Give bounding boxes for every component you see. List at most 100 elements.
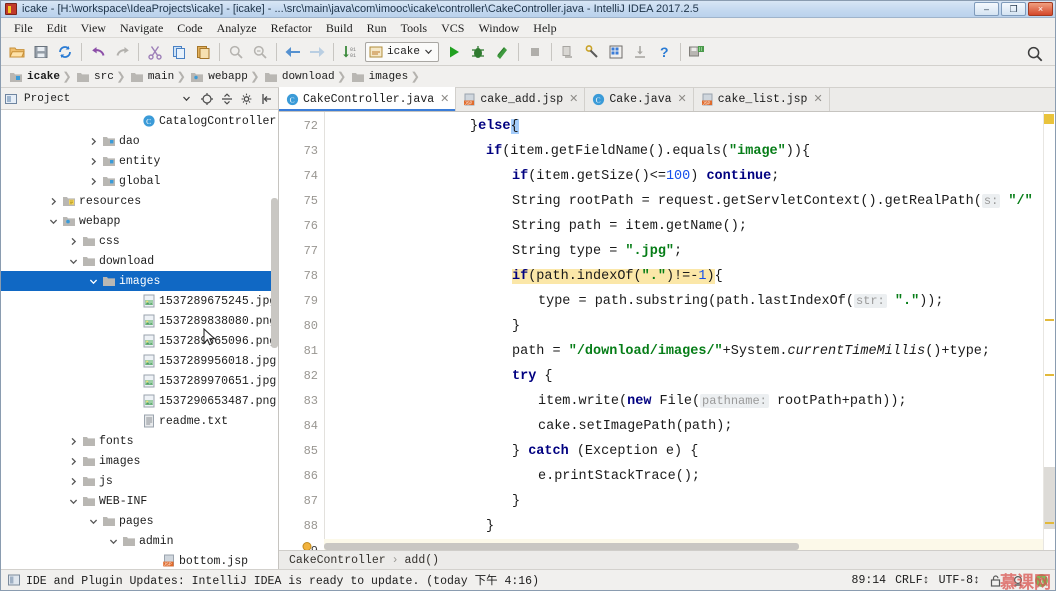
tab-cakecontroller-java[interactable]: C CakeController.java ✕ bbox=[279, 87, 457, 111]
chevron-right-icon[interactable] bbox=[87, 137, 100, 146]
code-line-85[interactable]: } catch (Exception e) { bbox=[336, 439, 1043, 464]
menu-vcs[interactable]: VCS bbox=[434, 18, 471, 38]
menu-edit[interactable]: Edit bbox=[40, 18, 74, 38]
tree-node-1537289838080-png[interactable]: 1537289838080.png bbox=[1, 311, 278, 331]
code-line-83[interactable]: item.write(new File(pathname: rootPath+p… bbox=[336, 389, 1043, 414]
chevron-down-icon[interactable] bbox=[67, 257, 80, 266]
code-folding-column[interactable] bbox=[324, 112, 336, 550]
tree-node-dao[interactable]: dao bbox=[1, 131, 278, 151]
menu-refactor[interactable]: Refactor bbox=[264, 18, 319, 38]
run-configuration-selector[interactable]: icake bbox=[365, 41, 440, 62]
back-icon[interactable] bbox=[281, 40, 305, 64]
close-icon[interactable]: ✕ bbox=[813, 92, 822, 106]
sync-icon[interactable] bbox=[53, 40, 77, 64]
code-line-82[interactable]: try { bbox=[336, 364, 1043, 389]
tree-node-1537289675245-jpg[interactable]: 1537289675245.jpg bbox=[1, 291, 278, 311]
tree-node-bottom-jsp[interactable]: JSP bottom.jsp bbox=[1, 551, 278, 569]
chevron-down-icon[interactable] bbox=[67, 497, 80, 506]
chevron-right-icon[interactable] bbox=[67, 437, 80, 446]
chevron-down-icon[interactable] bbox=[87, 277, 100, 286]
code-line-78[interactable]: if(path.indexOf(".")!=-1){ bbox=[336, 264, 1043, 289]
code-text[interactable]: }else{if(item.getFieldName().equals("ima… bbox=[336, 112, 1043, 550]
chevron-right-icon[interactable] bbox=[67, 237, 80, 246]
collapse-all-icon[interactable] bbox=[218, 90, 235, 107]
chevron-down-icon[interactable] bbox=[87, 517, 100, 526]
tree-node-js[interactable]: js bbox=[1, 471, 278, 491]
breadcrumb-class[interactable]: CakeController bbox=[289, 554, 386, 567]
encoding-indicator[interactable]: UTF-8↕ bbox=[939, 574, 980, 587]
chevron-down-icon[interactable] bbox=[107, 537, 120, 546]
code-line-74[interactable]: if(item.getSize()<=100) continue; bbox=[336, 164, 1043, 189]
tree-node-web-inf[interactable]: WEB-INF bbox=[1, 491, 278, 511]
breadcrumb-webapp[interactable]: webapp bbox=[186, 66, 250, 88]
menu-window[interactable]: Window bbox=[471, 18, 526, 38]
chevron-right-icon[interactable] bbox=[87, 157, 100, 166]
save-all-icon[interactable] bbox=[29, 40, 53, 64]
breadcrumb-images[interactable]: images bbox=[347, 66, 411, 88]
close-button[interactable]: × bbox=[1028, 2, 1053, 16]
caret-position[interactable]: 89:14 bbox=[852, 574, 887, 587]
code-line-75[interactable]: String rootPath = request.getServletCont… bbox=[336, 189, 1043, 214]
code-line-73[interactable]: if(item.getFieldName().equals("image")){ bbox=[336, 139, 1043, 164]
tree-node-fonts[interactable]: fonts bbox=[1, 431, 278, 451]
tree-node-entity[interactable]: entity bbox=[1, 151, 278, 171]
tree-node-1537289956018-jpg[interactable]: 1537289956018.jpg bbox=[1, 351, 278, 371]
inspection-icon[interactable] bbox=[1011, 574, 1025, 588]
copy-icon[interactable] bbox=[167, 40, 191, 64]
menu-run[interactable]: Run bbox=[360, 18, 394, 38]
code-line-81[interactable]: path = "/download/images/"+System.curren… bbox=[336, 339, 1043, 364]
code-line-72[interactable]: }else{ bbox=[336, 114, 1043, 139]
open-folder-icon[interactable] bbox=[5, 40, 29, 64]
line-separator-indicator[interactable]: CRLF↕ bbox=[895, 574, 930, 587]
cut-icon[interactable] bbox=[143, 40, 167, 64]
menu-view[interactable]: View bbox=[74, 18, 113, 38]
tree-node-css[interactable]: css bbox=[1, 231, 278, 251]
settings-wrench-icon[interactable] bbox=[580, 40, 604, 64]
status-message-area[interactable]: IDE and Plugin Updates: IntelliJ IDEA is… bbox=[7, 572, 539, 588]
menu-help[interactable]: Help bbox=[526, 18, 563, 38]
close-icon[interactable]: ✕ bbox=[440, 92, 449, 106]
tree-node-download[interactable]: download bbox=[1, 251, 278, 271]
help-icon[interactable]: ? bbox=[652, 40, 676, 64]
code-line-88[interactable]: } bbox=[336, 514, 1043, 539]
project-tree[interactable]: C CatalogController dao entity global resourc… bbox=[1, 110, 278, 569]
chevron-right-icon[interactable] bbox=[47, 197, 60, 206]
tree-node-1537290653487-png[interactable]: 1537290653487.png bbox=[1, 391, 278, 411]
chevron-right-icon[interactable] bbox=[87, 177, 100, 186]
horizontal-scrollbar-thumb[interactable] bbox=[324, 543, 799, 550]
menu-navigate[interactable]: Navigate bbox=[113, 18, 170, 38]
menu-analyze[interactable]: Analyze bbox=[210, 18, 264, 38]
scrollbar-thumb[interactable] bbox=[1044, 467, 1055, 529]
tree-node-1537289865096-png[interactable]: 1537289865096.png bbox=[1, 331, 278, 351]
menu-file[interactable]: File bbox=[7, 18, 40, 38]
menu-tools[interactable]: Tools bbox=[394, 18, 435, 38]
tree-scrollbar[interactable] bbox=[271, 198, 278, 348]
gear-icon[interactable] bbox=[238, 90, 255, 107]
tree-node-global[interactable]: global bbox=[1, 171, 278, 191]
tree-node-webapp[interactable]: webapp bbox=[1, 211, 278, 231]
sort-icon[interactable]: 01 01 bbox=[338, 40, 362, 64]
code-editor[interactable]: 727374757677787980818283848586878889 }el… bbox=[279, 112, 1055, 550]
breadcrumb-main[interactable]: main bbox=[126, 66, 176, 88]
close-icon[interactable]: ✕ bbox=[569, 92, 578, 106]
tree-node-catalogcontroller[interactable]: C CatalogController bbox=[1, 111, 278, 131]
maximize-button[interactable]: ❐ bbox=[1001, 2, 1026, 16]
debug-button[interactable] bbox=[466, 40, 490, 64]
code-line-86[interactable]: e.printStackTrace(); bbox=[336, 464, 1043, 489]
code-line-87[interactable]: } bbox=[336, 489, 1043, 514]
chevron-down-icon[interactable] bbox=[178, 90, 195, 107]
breadcrumb-method[interactable]: add() bbox=[405, 554, 440, 567]
horizontal-scrollbar[interactable] bbox=[324, 543, 1043, 550]
paste-icon[interactable] bbox=[191, 40, 215, 64]
code-line-79[interactable]: type = path.substring(path.lastIndexOf(s… bbox=[336, 289, 1043, 314]
tree-node-resources[interactable]: resources bbox=[1, 191, 278, 211]
breadcrumb-src[interactable]: src bbox=[72, 66, 116, 88]
tree-node-1537289970651-jpg[interactable]: 1537289970651.jpg bbox=[1, 371, 278, 391]
locate-icon[interactable] bbox=[198, 90, 215, 107]
tree-node-images[interactable]: images bbox=[1, 451, 278, 471]
chevron-down-icon[interactable] bbox=[47, 217, 60, 226]
undo-icon[interactable] bbox=[86, 40, 110, 64]
chevron-right-icon[interactable] bbox=[67, 457, 80, 466]
chevron-right-icon[interactable] bbox=[67, 477, 80, 486]
search-everywhere-icon[interactable] bbox=[1023, 42, 1047, 66]
